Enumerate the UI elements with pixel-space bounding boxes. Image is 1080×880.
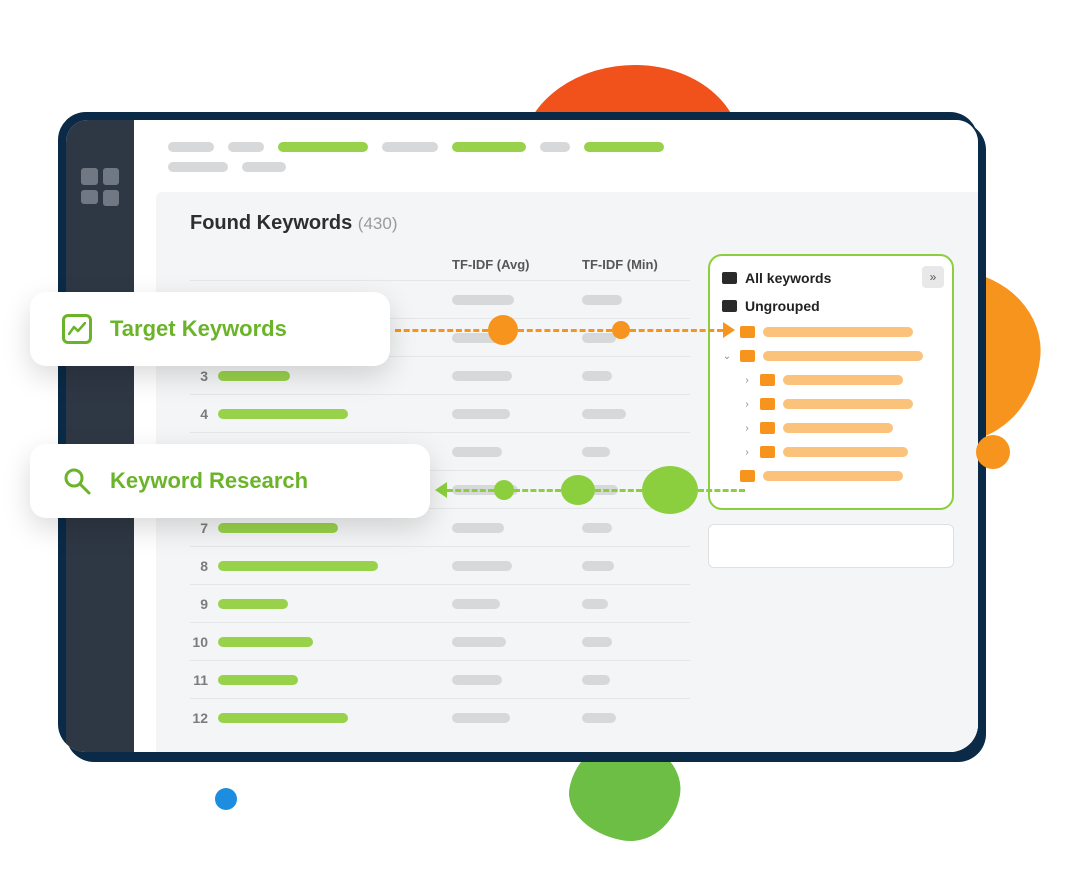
tfidf-avg-value: [452, 523, 504, 533]
panel-footer-box: [708, 524, 954, 568]
tfidf-min-value: [582, 675, 610, 685]
decor-dot-blue: [215, 788, 237, 810]
app-window: Found Keywords (430) TF-IDF (Avg) TF-IDF…: [58, 112, 978, 752]
card-label: Keyword Research: [110, 468, 308, 494]
tfidf-avg-value: [452, 371, 512, 381]
tfidf-avg-value: [452, 713, 510, 723]
row-number: 3: [190, 368, 218, 384]
chevron-right-icon: ›: [742, 447, 752, 458]
folder-label-placeholder: [783, 399, 913, 409]
heading-count: (430): [358, 214, 398, 233]
folder-item[interactable]: ›: [722, 398, 940, 410]
col-tfidf-avg[interactable]: TF-IDF (Avg): [440, 257, 570, 272]
row-number: 10: [190, 634, 218, 650]
table-row[interactable]: 4: [190, 394, 690, 432]
folder-icon: [740, 326, 755, 338]
keyword-bar: [218, 371, 290, 381]
folder-item[interactable]: ⌄: [722, 350, 940, 362]
folder-label-placeholder: [783, 375, 903, 385]
folder-ungrouped[interactable]: Ungrouped: [722, 298, 940, 314]
tfidf-avg-value: [452, 599, 500, 609]
folder-icon: [740, 350, 755, 362]
tfidf-min-value: [582, 599, 608, 609]
folder-label-placeholder: [763, 327, 913, 337]
keyword-bar: [218, 675, 298, 685]
folder-icon: [760, 398, 775, 410]
tfidf-min-value: [582, 295, 622, 305]
folder-icon: [760, 422, 775, 434]
dashboard-icon[interactable]: [81, 168, 119, 206]
folder-icon: [722, 272, 737, 284]
folder-icon: [760, 446, 775, 458]
table-row[interactable]: 8: [190, 546, 690, 584]
folder-label-placeholder: [783, 423, 893, 433]
header-placeholder: [134, 120, 978, 188]
row-number: 11: [190, 672, 218, 688]
keyword-bar: [218, 637, 313, 647]
keyword-bar: [218, 523, 338, 533]
card-target-keywords[interactable]: Target Keywords: [30, 292, 390, 366]
table-row[interactable]: 9: [190, 584, 690, 622]
tfidf-min-value: [582, 713, 616, 723]
tfidf-min-value: [582, 561, 614, 571]
folder-item[interactable]: ›: [722, 446, 940, 458]
folder-item[interactable]: ›: [722, 422, 940, 434]
sidebar: [66, 120, 134, 752]
row-number: 12: [190, 710, 218, 726]
card-keyword-research[interactable]: Keyword Research: [30, 444, 430, 518]
folder-panel: » All keywords Ungrouped ⌄ › › › ›: [708, 254, 954, 510]
row-number: 7: [190, 520, 218, 536]
tfidf-avg-value: [452, 637, 506, 647]
folder-label-placeholder: [783, 447, 908, 457]
main-area: Found Keywords (430) TF-IDF (Avg) TF-IDF…: [134, 120, 978, 752]
tfidf-min-value: [582, 637, 612, 647]
search-icon: [60, 464, 94, 498]
tfidf-min-value: [582, 371, 612, 381]
folder-label-placeholder: [763, 471, 903, 481]
table-row[interactable]: 11: [190, 660, 690, 698]
folder-all-keywords[interactable]: All keywords: [722, 270, 940, 286]
chevron-right-icon: ›: [742, 423, 752, 434]
keyword-bar: [218, 409, 348, 419]
decor-dot-orange: [976, 435, 1010, 469]
row-number: 8: [190, 558, 218, 574]
folder-label-placeholder: [763, 351, 923, 361]
tfidf-avg-value: [452, 447, 502, 457]
section-heading: Found Keywords (430): [190, 212, 690, 235]
tfidf-avg-value: [452, 295, 514, 305]
folder-icon: [760, 374, 775, 386]
tfidf-avg-value: [452, 675, 502, 685]
table-row[interactable]: 10: [190, 622, 690, 660]
tfidf-min-value: [582, 409, 626, 419]
tfidf-avg-value: [452, 561, 512, 571]
chevron-right-icon: ›: [742, 399, 752, 410]
folder-item[interactable]: [722, 470, 940, 482]
folder-label: All keywords: [745, 270, 831, 286]
chevron-right-icon: ›: [742, 375, 752, 386]
col-tfidf-min[interactable]: TF-IDF (Min): [570, 257, 690, 272]
chart-line-icon: [60, 312, 94, 346]
heading-text: Found Keywords: [190, 212, 352, 234]
row-number: 9: [190, 596, 218, 612]
folder-item[interactable]: ›: [722, 374, 940, 386]
folder-icon: [722, 300, 737, 312]
table-row[interactable]: 12: [190, 698, 690, 736]
tfidf-min-value: [582, 447, 610, 457]
chevron-down-icon: ⌄: [722, 351, 732, 362]
tfidf-min-value: [582, 333, 616, 343]
tfidf-avg-value: [452, 409, 510, 419]
card-label: Target Keywords: [110, 316, 287, 342]
keyword-bar: [218, 561, 378, 571]
tfidf-min-value: [582, 523, 612, 533]
collapse-button[interactable]: »: [922, 266, 944, 288]
keyword-bar: [218, 713, 348, 723]
row-number: 4: [190, 406, 218, 422]
keyword-bar: [218, 599, 288, 609]
folder-label: Ungrouped: [745, 298, 820, 314]
folder-item[interactable]: [722, 326, 940, 338]
folder-icon: [740, 470, 755, 482]
